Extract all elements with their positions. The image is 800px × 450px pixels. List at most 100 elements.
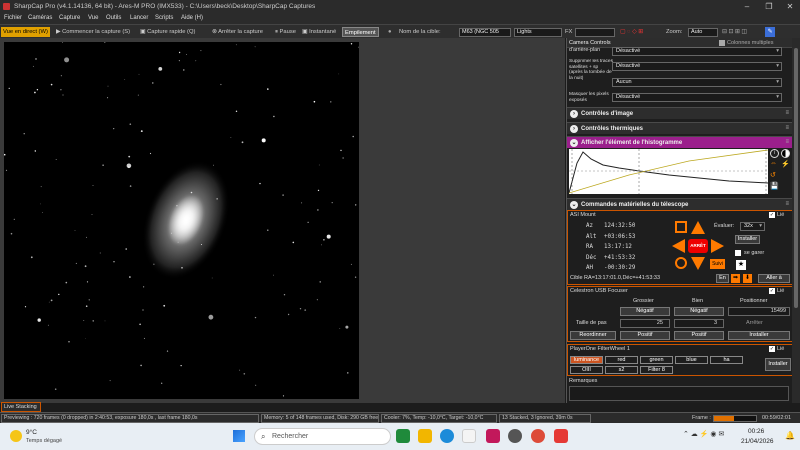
search-box[interactable]: ⌕ Rechercher	[254, 428, 391, 445]
menu-capture[interactable]: Capture	[59, 15, 80, 21]
background-select[interactable]: Désactivé	[612, 47, 782, 56]
park-checkbox[interactable]	[735, 250, 741, 256]
filter-luminance[interactable]: luminance	[570, 356, 603, 364]
install-button[interactable]: Installer	[735, 235, 760, 244]
position-input[interactable]: 15499	[728, 307, 790, 316]
stretch-icon[interactable]: ⇔	[770, 160, 779, 169]
zoom-select[interactable]: Auto	[688, 28, 718, 37]
timing-select[interactable]: Aucun	[612, 78, 782, 87]
fine-step-input[interactable]: 3	[674, 319, 724, 328]
frame-type-select[interactable]: Lights	[514, 28, 562, 37]
focuser-install-button[interactable]: Installer	[728, 331, 790, 340]
stop-button[interactable]: ARRÊT	[688, 239, 708, 253]
minimize-button[interactable]: –	[738, 1, 756, 12]
coarse-negative-button[interactable]: Négatif	[620, 307, 670, 316]
filter-ha[interactable]: ha	[710, 356, 743, 364]
pause-button[interactable]: ⏸ Pause	[275, 27, 296, 37]
filter-green[interactable]: green	[640, 356, 673, 364]
save-icon[interactable]: 💾	[770, 182, 779, 191]
auto-stretch-icon[interactable]: ⚡	[781, 160, 790, 169]
corner-icon[interactable]	[675, 221, 687, 233]
coarse-positive-button[interactable]: Positif	[620, 331, 670, 340]
rate-select[interactable]: 32x	[740, 222, 765, 231]
scrollbar-thumb[interactable]	[794, 48, 798, 308]
move-north-button[interactable]	[691, 221, 705, 234]
menu-icon[interactable]: ≡	[785, 110, 789, 116]
satellite-select[interactable]: Désactivé	[612, 62, 782, 71]
app-icon-3[interactable]	[554, 429, 568, 443]
clock-date[interactable]: 21/04/2026	[741, 438, 774, 445]
mask-select[interactable]: Désactivé	[612, 93, 782, 102]
clock-time[interactable]: 00:26	[748, 428, 764, 435]
red-tools-icon[interactable]: ▢ ◌ ◇ ⊞	[620, 27, 643, 37]
move-west-button[interactable]	[672, 239, 685, 253]
coarse-step-input[interactable]: 25	[620, 319, 670, 328]
histogram-header[interactable]: ⌄ Afficher l'élément de l'histogramme ≡	[567, 136, 793, 148]
menu-icon[interactable]: ≡	[785, 201, 789, 207]
histogram-chart[interactable]	[568, 149, 769, 194]
galaxy-image[interactable]	[4, 42, 359, 399]
multi-columns-checkbox[interactable]	[719, 40, 725, 46]
filterwheel-linked-checkbox[interactable]: ✓	[769, 346, 775, 352]
image-controls-header[interactable]: › Contrôles d'image ≡	[567, 107, 793, 119]
system-tray-icons[interactable]: ⌃ ☁ ⚡ ◉ ✉	[683, 430, 724, 438]
menu-outils[interactable]: Outils	[106, 15, 121, 21]
filter-oiii[interactable]: OIII	[570, 366, 603, 374]
notifications-icon[interactable]: 🔔	[785, 431, 795, 440]
menu-aide[interactable]: Aide (H)	[181, 15, 203, 21]
close-button[interactable]: ✕	[781, 1, 799, 12]
en-button[interactable]: En	[716, 274, 729, 283]
edge-icon[interactable]	[440, 429, 454, 443]
target-name-input[interactable]: M63 (NGC 505	[459, 28, 511, 37]
remarks-textarea[interactable]	[569, 386, 789, 401]
maximize-button[interactable]: ❐	[760, 1, 778, 12]
windows-start-icon[interactable]	[233, 430, 245, 442]
snapshot-button[interactable]: ▣ Instantané	[302, 27, 336, 37]
thermal-controls-header[interactable]: › Contrôles thermiques ≡	[567, 122, 793, 134]
menu-fichier[interactable]: Fichier	[4, 15, 22, 21]
menu-cameras[interactable]: Caméras	[28, 15, 52, 21]
pin-icon[interactable]: ✎	[765, 27, 775, 37]
chrome-icon[interactable]	[531, 429, 545, 443]
tracking-button[interactable]: Suivi	[710, 259, 725, 269]
menu-icon[interactable]: ≡	[785, 125, 789, 131]
info-icon[interactable]: i	[770, 149, 779, 158]
filter-s2[interactable]: s2	[605, 366, 638, 374]
menu-lancer[interactable]: Lancer	[130, 15, 148, 21]
stop-focuser-label[interactable]: Arrêter	[746, 320, 763, 326]
stop-capture-button[interactable]: ⊗ Arrêter la capture	[212, 27, 263, 37]
menu-icon[interactable]: ≡	[785, 139, 789, 145]
stack-button[interactable]: Empilement	[342, 27, 379, 37]
store-icon[interactable]	[462, 429, 476, 443]
weather-moon-icon[interactable]	[10, 430, 22, 442]
start-capture-button[interactable]: ▶ Commencer la capture (S)	[56, 27, 130, 37]
star-icon[interactable]: ★	[736, 260, 746, 270]
move-east-button[interactable]	[711, 239, 724, 253]
fine-negative-button[interactable]: Négatif	[674, 307, 724, 316]
menu-vue[interactable]: Vue	[88, 15, 98, 21]
filter-red[interactable]: red	[605, 356, 638, 364]
filter-8[interactable]: Filter 8	[640, 366, 673, 374]
panel-scrollbar[interactable]	[792, 38, 800, 403]
fine-positive-button[interactable]: Positif	[674, 331, 724, 340]
filter-install-button[interactable]: Installer	[765, 358, 791, 371]
fx-select[interactable]	[575, 28, 615, 37]
move-south-button[interactable]	[691, 257, 705, 270]
arrow-right-icon[interactable]: ➡	[731, 274, 740, 283]
center-icon[interactable]	[675, 257, 687, 269]
menu-scripts[interactable]: Scripts	[155, 15, 173, 21]
mount-linked-checkbox[interactable]: ✓	[769, 212, 775, 218]
live-stacking-tab[interactable]: Live Stacking	[1, 402, 41, 412]
filter-blue[interactable]: blue	[675, 356, 708, 364]
app-icon-1[interactable]	[396, 429, 410, 443]
reset-icon[interactable]: ↺	[770, 171, 779, 180]
contrast-icon[interactable]	[781, 149, 790, 158]
live-view-button[interactable]: Vue en direct (W)	[1, 27, 50, 37]
sharpcap-icon[interactable]	[508, 429, 522, 443]
telescope-header[interactable]: ⌄ Commandes matérielles du télescope ≡	[567, 198, 793, 210]
focuser-linked-checkbox[interactable]: ✓	[769, 288, 775, 294]
view-tools-icon[interactable]: ⊟ ⊡ ⊞ ◫	[722, 27, 747, 37]
app-icon-2[interactable]	[486, 429, 500, 443]
reorder-button[interactable]: Reordinner	[570, 331, 616, 340]
file-explorer-icon[interactable]	[418, 429, 432, 443]
